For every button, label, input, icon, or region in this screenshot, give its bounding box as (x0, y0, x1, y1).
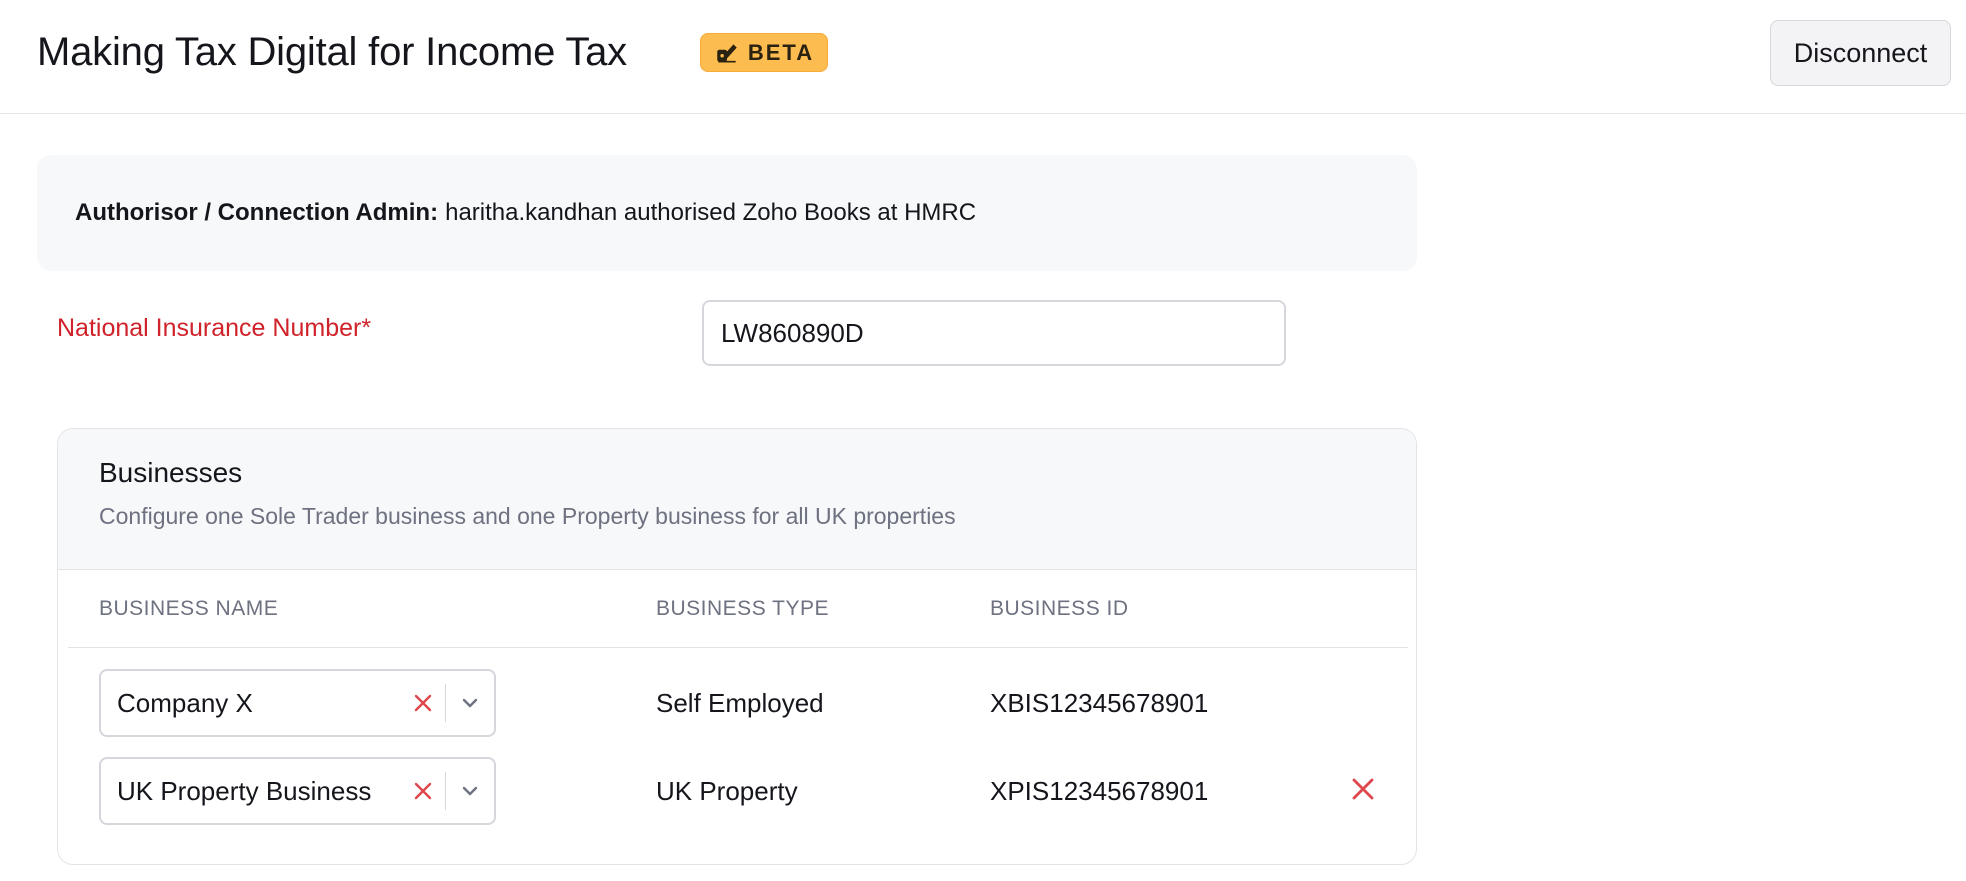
authorisor-text: haritha.kandhan authorised Zoho Books at… (445, 199, 977, 226)
business-name-select[interactable]: UK Property Business (99, 757, 496, 825)
beta-badge-label: BETA (747, 39, 815, 65)
table-row: Company X Self Employed XBIS12345678901 (58, 669, 1416, 737)
business-name-value: Company X (117, 687, 253, 718)
national-insurance-input[interactable] (702, 300, 1286, 366)
authorisation-info: Authorisor / Connection Admin: haritha.k… (37, 155, 1417, 271)
column-header-business-id: BUSINESS ID (990, 597, 1129, 620)
business-id-cell: XBIS12345678901 (990, 687, 1209, 718)
businesses-header: Businesses Configure one Sole Trader bus… (58, 429, 1416, 570)
chevron-down-icon[interactable] (446, 785, 494, 797)
national-insurance-label: National Insurance Number* (57, 314, 372, 342)
top-bar: Making Tax Digital for Income Tax BETA D… (0, 0, 1966, 114)
table-row: UK Property Business UK Property XPIS123… (58, 757, 1416, 825)
authorisor-label: Authorisor / Connection Admin: (75, 199, 439, 226)
businesses-title: Businesses (99, 457, 243, 488)
table-header-divider (68, 647, 1408, 648)
business-id-cell: XPIS12345678901 (990, 775, 1209, 806)
clear-selection-icon[interactable] (401, 694, 445, 712)
remove-row-icon[interactable] (1346, 772, 1380, 806)
chevron-down-icon[interactable] (446, 697, 494, 709)
beta-flask-icon (717, 43, 737, 62)
clear-selection-icon[interactable] (401, 782, 445, 800)
businesses-subtitle: Configure one Sole Trader business and o… (99, 503, 956, 529)
businesses-panel: Businesses Configure one Sole Trader bus… (57, 428, 1417, 865)
column-header-business-name: BUSINESS NAME (99, 597, 279, 620)
business-name-value: UK Property Business (117, 775, 372, 806)
beta-badge: BETA (700, 33, 828, 72)
business-name-select[interactable]: Company X (99, 669, 496, 737)
page-title: Making Tax Digital for Income Tax (37, 30, 627, 74)
column-header-business-type: BUSINESS TYPE (656, 597, 830, 620)
business-type-cell: Self Employed (656, 687, 824, 718)
business-type-cell: UK Property (656, 775, 798, 806)
disconnect-button[interactable]: Disconnect (1770, 20, 1951, 86)
